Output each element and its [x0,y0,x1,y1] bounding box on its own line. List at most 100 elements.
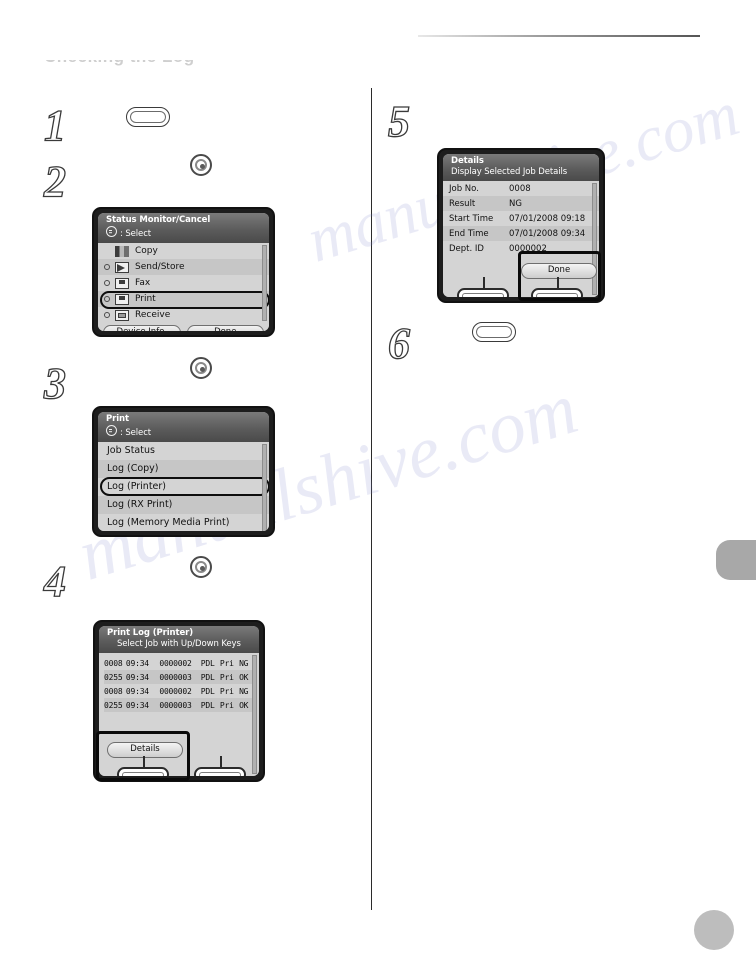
details-softkey-label[interactable]: Details [107,742,183,758]
log-row-1-time: 09:34 [125,672,149,682]
details-left-hardware-key[interactable] [457,288,509,297]
log-row-0-mode: Pri [219,658,234,668]
step-number-3: 3 [43,359,66,408]
details-field-end-time: End Time 07/01/2008 09:34 [443,226,599,241]
right-hardware-key[interactable] [194,767,246,776]
log-row-0-time: 09:34 [125,658,149,668]
log-row-2-mode: Pri [219,686,234,696]
done-hardware-key[interactable] [531,288,583,297]
status-item-send-store[interactable]: Send/Store [98,259,269,275]
fax-icon [115,277,129,289]
header-rule [418,35,700,37]
log-row-3-dept: 0000003 [159,700,192,710]
print-menu-title: Print [106,414,129,424]
radio-fax[interactable] [104,280,110,286]
radio-receive[interactable] [104,312,110,318]
table-row[interactable]: 0008 09:34 0000002 PDL Pri NG [104,684,255,698]
section-title: Checking the Log [44,60,244,80]
print-menu-title-bar: Print : Select [98,412,269,442]
log-row-1-mode: Pri [219,672,234,682]
details-field-result-value: NG [509,198,522,209]
details-field-job-no-key: Job No. [449,183,479,194]
details-field-dept-id-key: Dept. ID [449,243,484,254]
step-number-2: 2 [43,157,66,206]
details-title-bar: Details Display Selected Job Details [443,154,599,181]
details-field-result-key: Result [449,198,476,209]
details-field-dept-id: Dept. ID 0000002 [443,241,599,256]
print-menu-item-log-rx-print[interactable]: Log (RX Print) [98,496,269,514]
done-key-stem [557,277,559,288]
log-row-3-type: PDL [200,700,215,710]
right-key-stem [220,756,222,767]
radio-print[interactable] [104,296,110,302]
step-number-5: 5 [387,97,410,146]
print-menu-item-job-status[interactable]: Job Status [98,442,269,460]
done-softkey-label[interactable]: Done [521,263,597,279]
section-title-text: Checking the Log [44,60,244,67]
details-field-end-time-key: End Time [449,228,489,239]
receive-icon [115,309,129,321]
status-item-copy-label: Copy [135,246,158,256]
print-log-subtitle: Select Job with Up/Down Keys [117,639,241,649]
details-left-key-stem [483,277,485,288]
print-log-panel: Print Log (Printer) Select Job with Up/D… [93,620,265,782]
ok-dial-icon-step2[interactable] [190,154,212,176]
table-row[interactable]: 0008 09:34 0000002 PDL Pri NG [104,656,255,670]
done-softkey[interactable]: Done [186,325,264,331]
print-menu-subtitle: Select [125,428,151,438]
status-item-copy[interactable]: Copy [98,243,269,259]
print-menu-item-log-copy[interactable]: Log (Copy) [98,460,269,478]
log-row-3-mode: Pri [219,700,234,710]
details-key-stem [143,756,145,767]
status-monitor-softkeys: Device Info. Done [98,323,269,331]
ok-dial-icon-step3[interactable] [190,357,212,379]
status-monitor-title: Status Monitor/Cancel [106,215,211,225]
device-info-softkey[interactable]: Device Info. [103,325,181,331]
radio-send-store[interactable] [104,264,110,270]
copy-icon [115,245,129,257]
table-row[interactable]: 0255 09:34 0000003 PDL Pri OK [104,670,255,684]
status-item-print[interactable]: Print [98,291,269,307]
status-monitor-subtitle-row: : Select [106,226,263,240]
print-menu-list: Job Status Log (Copy) Log (Printer) Log … [98,442,269,531]
status-monitor-scrollbar[interactable] [262,245,267,321]
page-edge-tab [716,540,756,580]
log-row-0-dept: 0000002 [159,658,192,668]
details-field-result: Result NG [443,196,599,211]
step-number-6: 6 [387,319,410,368]
status-monitor-subtitle: Select [125,229,151,239]
status-item-fax[interactable]: Fax [98,275,269,291]
log-row-2-type: PDL [200,686,215,696]
details-hardware-key[interactable] [117,767,169,776]
details-subtitle: Display Selected Job Details [451,167,568,177]
reset-hardware-key[interactable] [472,322,516,342]
manual-page: manualshive.com manualshive.com Checking… [0,0,756,972]
status-monitor-hardware-key[interactable] [126,107,170,127]
step-number-1: 1 [43,101,66,150]
print-log-title: Print Log (Printer) [107,628,193,638]
log-row-2-time: 09:34 [125,686,149,696]
status-item-receive[interactable]: Receive [98,307,269,323]
details-title: Details [451,156,484,166]
status-item-fax-label: Fax [135,278,151,288]
print-icon [115,293,129,305]
details-panel: Details Display Selected Job Details Job… [437,148,605,303]
print-menu-item-log-memory-media-print[interactable]: Log (Memory Media Print) [98,514,269,531]
details-field-end-time-value: 07/01/2008 09:34 [509,228,586,239]
details-field-start-time: Start Time 07/01/2008 09:18 [443,211,599,226]
status-item-print-label: Print [135,294,156,304]
details-hardware-keys: Done [443,263,599,297]
status-item-receive-label: Receive [135,310,171,320]
log-row-1-dept: 0000003 [159,672,192,682]
print-menu-item-log-printer[interactable]: Log (Printer) [98,478,269,496]
details-field-dept-id-value: 0000002 [509,243,547,254]
print-log-title-bar: Print Log (Printer) Select Job with Up/D… [99,626,259,653]
table-row[interactable]: 0255 09:34 0000003 PDL Pri OK [104,698,255,712]
ok-dial-icon-step4[interactable] [190,556,212,578]
step-number-4: 4 [43,557,66,606]
column-divider [371,88,372,910]
print-menu-subtitle-row: : Select [106,425,263,439]
status-monitor-title-bar: Status Monitor/Cancel : Select [98,213,269,243]
print-menu-scrollbar[interactable] [262,444,267,531]
page-number-marker [694,910,734,950]
